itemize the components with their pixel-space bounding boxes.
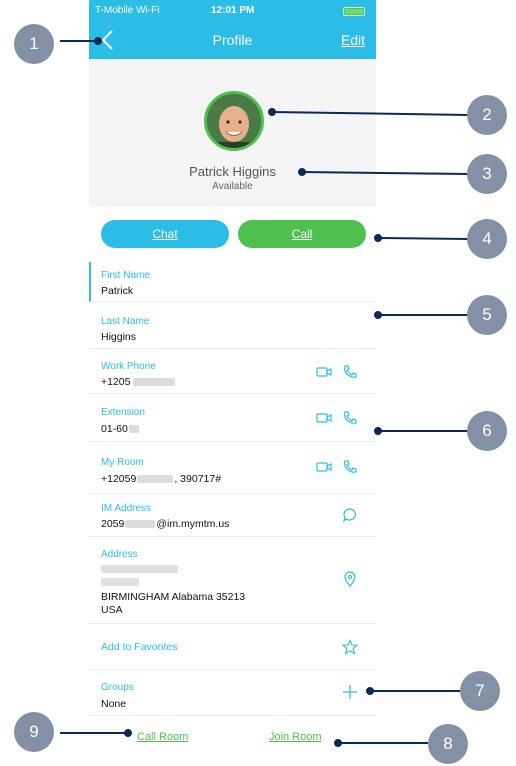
callout-6: 6 bbox=[467, 411, 507, 451]
callout-4: 4 bbox=[467, 219, 507, 259]
callout-8: 8 bbox=[428, 724, 468, 764]
callout-7: 7 bbox=[460, 671, 500, 711]
callout-2: 2 bbox=[467, 95, 507, 135]
callout-leader-lines bbox=[60, 37, 470, 747]
callout-1: 1 bbox=[14, 24, 54, 64]
callout-3: 3 bbox=[467, 154, 507, 194]
annotated-screenshot: T-Mobile Wi-Fi 12:01 PM Profile Edit Pat… bbox=[0, 0, 516, 766]
callout-9: 9 bbox=[14, 712, 54, 752]
callout-5: 5 bbox=[467, 295, 507, 335]
